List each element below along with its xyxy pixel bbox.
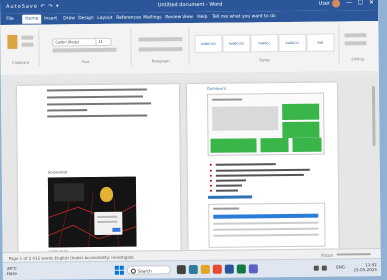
group-label: Styles bbox=[259, 58, 270, 63]
zoom-slider[interactable] bbox=[336, 253, 371, 256]
document-page-left[interactable]: Screenshot Login page bbox=[16, 84, 181, 254]
search-placeholder: Search bbox=[137, 268, 152, 274]
group-label: Paragraph bbox=[151, 59, 170, 64]
align-buttons[interactable] bbox=[138, 47, 183, 52]
maximize-button[interactable]: ☐ bbox=[358, 0, 363, 6]
dashboard-screenshot-image bbox=[206, 92, 325, 156]
style-no-spacing[interactable]: AaBbCcDc bbox=[222, 34, 251, 53]
window-title: Untitled document - Word bbox=[157, 1, 223, 9]
group-label: Font bbox=[81, 60, 90, 65]
green-tile bbox=[282, 103, 320, 121]
login-screenshot-image bbox=[47, 176, 137, 248]
quick-access-toolbar[interactable]: AutoSave ↶ ↷ ▾ bbox=[6, 3, 60, 10]
style-title[interactable]: AaB bbox=[306, 33, 335, 52]
tab-mailings[interactable]: Mailings bbox=[143, 15, 162, 20]
paragraph-group: Paragraph bbox=[132, 27, 190, 66]
tab-design[interactable]: Design bbox=[78, 16, 94, 21]
vertical-scrollbar[interactable] bbox=[371, 86, 376, 147]
table-screenshot-image bbox=[208, 202, 326, 248]
edge-icon[interactable] bbox=[188, 264, 198, 275]
weather-widget[interactable]: 28°C Haze bbox=[7, 266, 17, 276]
login-button bbox=[112, 227, 121, 232]
section-heading: Dashboard bbox=[206, 86, 226, 91]
figure-caption: Screenshot bbox=[47, 170, 68, 175]
tab-home[interactable]: Home bbox=[22, 14, 42, 24]
style-normal[interactable]: AaBbCcDc bbox=[194, 34, 223, 53]
focus-button[interactable]: Focus bbox=[321, 253, 332, 258]
word-icon[interactable] bbox=[224, 264, 234, 274]
tab-help[interactable]: Help bbox=[197, 15, 207, 20]
tab-references[interactable]: References bbox=[116, 16, 141, 21]
green-tile bbox=[210, 138, 257, 153]
style-heading-1[interactable]: AaBbCc bbox=[250, 34, 279, 53]
weather-desc: Haze bbox=[6, 270, 17, 276]
close-button[interactable]: ✕ bbox=[369, 0, 374, 6]
language-indicator[interactable]: ENG bbox=[336, 264, 345, 269]
group-label: Editing bbox=[351, 57, 364, 62]
clock[interactable]: 11:42 15-05-2023 bbox=[354, 262, 377, 272]
login-dialog bbox=[94, 211, 123, 236]
find-button[interactable] bbox=[344, 33, 367, 38]
clock-date: 15-05-2023 bbox=[353, 267, 377, 273]
green-tile bbox=[260, 137, 289, 153]
ribbon: Clipboard Calibri (Body) 11 Font Paragra… bbox=[0, 21, 379, 76]
tab-file[interactable]: File bbox=[6, 17, 14, 22]
taskbar: 28°C Haze Search ENG 11:42 15-05-2023 bbox=[2, 258, 381, 280]
list-buttons[interactable] bbox=[138, 37, 183, 42]
user-name[interactable]: User bbox=[319, 1, 330, 7]
font-size-box[interactable]: 11 bbox=[95, 37, 112, 47]
group-label: Clipboard bbox=[12, 60, 30, 65]
paste-icon[interactable] bbox=[7, 34, 18, 49]
tab-layout[interactable]: Layout bbox=[97, 16, 112, 21]
tab-insert[interactable]: Insert bbox=[44, 16, 57, 21]
style-heading-2[interactable]: AaBbCcC bbox=[278, 33, 307, 53]
grid-background bbox=[47, 176, 137, 248]
chrome-icon[interactable] bbox=[212, 264, 222, 274]
windows-start-icon[interactable] bbox=[114, 265, 124, 275]
clipboard-group: Clipboard bbox=[2, 28, 40, 67]
file-explorer-icon[interactable] bbox=[200, 264, 210, 274]
format-buttons[interactable] bbox=[52, 47, 117, 53]
excel-icon[interactable] bbox=[236, 264, 246, 274]
word-window: AutoSave ↶ ↷ ▾ Untitled document - Word … bbox=[0, 0, 381, 280]
wifi-icon[interactable] bbox=[313, 265, 319, 271]
minimize-button[interactable]: — bbox=[346, 0, 352, 6]
font-group: Calibri (Body) 11 Font bbox=[40, 27, 132, 67]
green-tile bbox=[282, 121, 320, 139]
document-canvas: Screenshot Login page Dashboar bbox=[0, 78, 381, 254]
editing-group: Editing bbox=[340, 25, 374, 63]
font-name-box[interactable]: Calibri (Body) bbox=[52, 37, 97, 47]
teams-icon[interactable] bbox=[248, 264, 258, 274]
green-tile bbox=[292, 137, 322, 152]
volume-icon[interactable] bbox=[321, 265, 327, 271]
task-view-icon[interactable] bbox=[176, 265, 186, 275]
replace-button[interactable] bbox=[344, 41, 367, 46]
avatar[interactable] bbox=[332, 0, 341, 8]
tab-view[interactable]: View bbox=[182, 15, 193, 20]
tab-review[interactable]: Review bbox=[165, 15, 181, 20]
emblem-icon bbox=[99, 186, 114, 202]
taskbar-search[interactable]: Search bbox=[126, 265, 171, 275]
search-icon bbox=[130, 268, 136, 274]
document-page-right[interactable]: Dashboard bbox=[186, 82, 339, 251]
tell-me-search[interactable]: Tell me what you want to do bbox=[212, 14, 276, 20]
styles-group: AaBbCcDc AaBbCcDc AaBbCc AaBbCcC AaB Sty… bbox=[190, 25, 340, 66]
tab-draw[interactable]: Draw bbox=[63, 16, 75, 21]
